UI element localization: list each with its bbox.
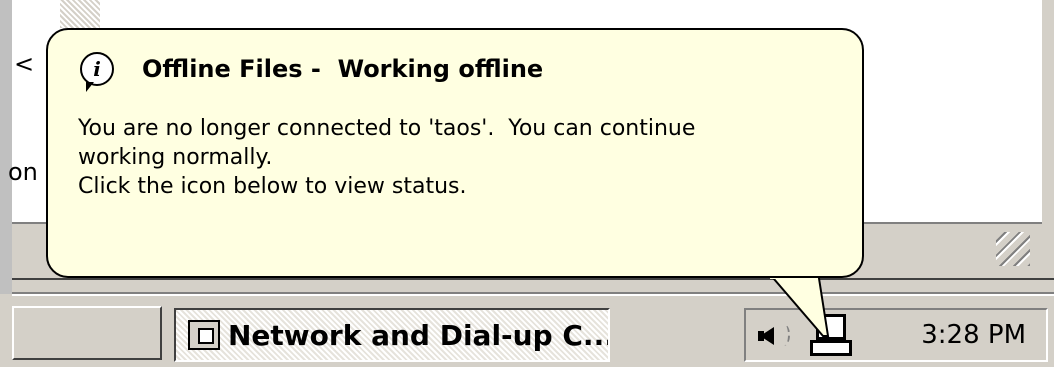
background-partial-text: on bbox=[8, 158, 38, 186]
balloon-message-line: working normally. bbox=[78, 145, 273, 170]
resize-grip-icon[interactable] bbox=[996, 232, 1030, 266]
network-folder-icon bbox=[188, 320, 220, 350]
window-frame-bottom bbox=[12, 278, 1054, 294]
balloon-title-text: Offline Files - Working offline bbox=[142, 55, 544, 83]
taskbar-button[interactable] bbox=[12, 306, 162, 360]
taskbar-button-label: Network and Dial-up C... bbox=[228, 318, 610, 352]
system-tray: 3:28 PM bbox=[744, 308, 1048, 362]
balloon-message-line: You are no longer connected to 'taos'. Y… bbox=[78, 116, 696, 141]
notification-balloon[interactable]: i Offline Files - Working offline You ar… bbox=[46, 28, 864, 278]
background-splitter bbox=[60, 0, 100, 28]
info-icon: i bbox=[80, 52, 114, 92]
background-partial-text: < bbox=[14, 50, 35, 78]
tray-clock[interactable]: 3:28 PM bbox=[921, 310, 1026, 360]
balloon-title: i Offline Files - Working offline bbox=[80, 52, 544, 92]
speaker-icon[interactable] bbox=[758, 318, 792, 352]
balloon-message-line: Click the icon below to view status. bbox=[78, 174, 467, 199]
offline-files-computer-icon[interactable] bbox=[810, 314, 852, 356]
taskbar: Network and Dial-up C... 3:28 PM bbox=[12, 294, 1054, 367]
balloon-message: You are no longer connected to 'taos'. Y… bbox=[78, 114, 838, 201]
taskbar-button-network-dialup[interactable]: Network and Dial-up C... bbox=[174, 308, 610, 362]
screen-left-edge bbox=[0, 0, 12, 294]
